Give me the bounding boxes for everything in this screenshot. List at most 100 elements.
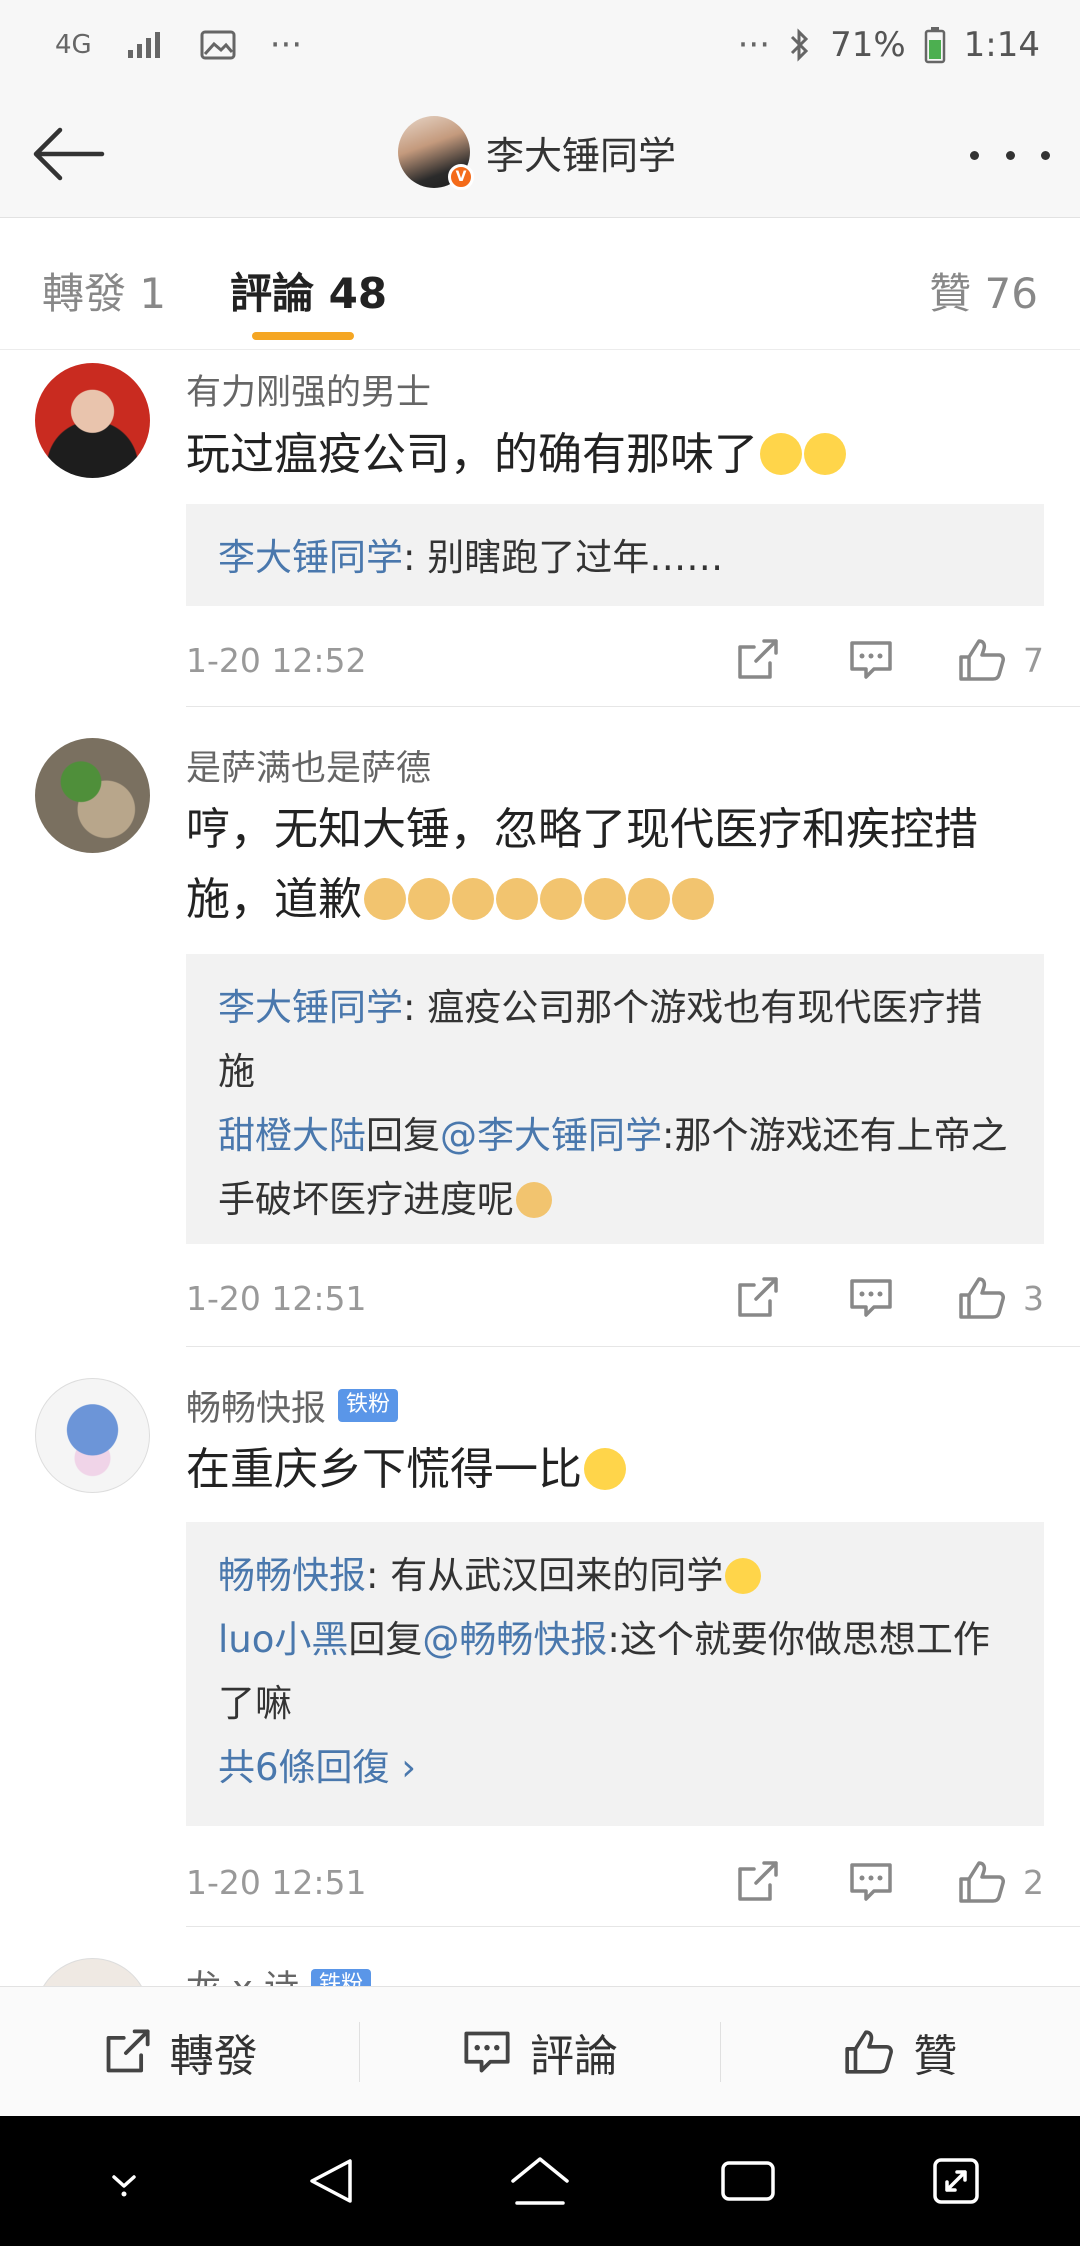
system-home-button[interactable]: [495, 2136, 585, 2226]
mention-link[interactable]: @李大锤同学: [440, 1114, 662, 1157]
author-header[interactable]: V 李大锤同学: [398, 116, 677, 190]
share-button[interactable]: [729, 632, 785, 688]
like-count: 2: [1023, 1862, 1044, 1902]
commenter-name[interactable]: 有力刚强的男士: [186, 364, 431, 415]
author-avatar[interactable]: V: [398, 116, 474, 190]
commenter-avatar[interactable]: [35, 1378, 150, 1493]
more-icon: [970, 150, 979, 160]
bottom-action-bar: 轉發 評論 贊: [0, 1986, 1080, 2116]
commenter-name-text[interactable]: 畅畅快报: [186, 1380, 326, 1431]
page-title: 李大锤同学: [486, 133, 677, 178]
battery-icon: [924, 26, 946, 64]
comment-item: 龙 ⅹ 诗 铁粉: [0, 1928, 1080, 1986]
reply-author-link[interactable]: 李大锤同学: [218, 986, 403, 1029]
system-back-button[interactable]: [287, 2136, 377, 2226]
commenter-avatar[interactable]: [35, 1958, 150, 1986]
commenter-avatar[interactable]: [35, 363, 150, 478]
doge-emoji-icon: [672, 878, 714, 920]
tab-reposts[interactable]: 轉發 1: [42, 260, 166, 321]
like-count: 3: [1023, 1278, 1044, 1318]
reply-preview[interactable]: 李大锤同学: 瘟疫公司那个游戏也有现代医疗措施 甜橙大陆回复@李大锤同学:那个游…: [186, 954, 1044, 1244]
commenter-name-text[interactable]: 是萨满也是萨德: [186, 740, 431, 791]
commenter-avatar[interactable]: [35, 738, 150, 853]
mention-link[interactable]: @畅畅快报: [422, 1618, 607, 1661]
comment-label: 評論: [529, 2030, 618, 2082]
share-icon: [738, 1861, 778, 1901]
reply-text: 别瞎跑了过年……: [427, 536, 724, 579]
commenter-name-text[interactable]: 有力刚强的男士: [186, 364, 431, 415]
reply-line: 李大锤同学: 瘟疫公司那个游戏也有现代医疗措施: [218, 976, 1012, 1104]
comment-meta: 1-20 12:51 3: [186, 1268, 1044, 1328]
thumbs-up-icon: [959, 1277, 1005, 1319]
status-bar: 4G ··· ··· 71% 1:14: [0, 0, 1080, 90]
comment-text: 哼，无知大锤，忽略了现代医疗和疾控措施，道歉: [186, 795, 1026, 935]
hide-nav-button[interactable]: [79, 2136, 169, 2226]
nested-reply-word: 回复: [348, 1618, 423, 1661]
doge-emoji-icon: [540, 878, 582, 920]
commenter-name-text[interactable]: 龙 ⅹ 诗: [186, 1960, 299, 1986]
share-icon: [106, 2028, 150, 2072]
repost-label: 轉發: [169, 2030, 258, 2082]
reply-line: 畅畅快报: 有从武汉回来的同学: [218, 1544, 1012, 1608]
more-notifications-icon: ···: [269, 25, 303, 65]
chevron-down-icon: [112, 2175, 136, 2197]
like-label: 贊: [913, 2030, 958, 2082]
tab-bar: 轉發 1 評論 48 贊 76: [0, 218, 1080, 350]
bluetooth-icon: [788, 27, 812, 63]
thumbs-up-icon: [845, 2029, 894, 2074]
system-screen-button[interactable]: [911, 2136, 1001, 2226]
reply-button[interactable]: [843, 632, 899, 688]
share-icon: [738, 639, 778, 679]
share-button[interactable]: [729, 1854, 785, 1910]
comment-icon: [850, 641, 892, 679]
comment-text: 玩过瘟疫公司，的确有那味了: [186, 420, 1026, 490]
doge-emoji-icon: [516, 1182, 552, 1218]
battery-percent: 71%: [830, 25, 906, 65]
back-button[interactable]: [28, 118, 108, 190]
reply-preview[interactable]: 畅畅快报: 有从武汉回来的同学 luo小黑回复@畅畅快报:这个就要你做思想工作了…: [186, 1522, 1044, 1826]
comment-divider: [186, 1346, 1080, 1347]
reply-button[interactable]: [843, 1270, 899, 1326]
comment-icon: [850, 1863, 892, 1901]
comment-item: 畅畅快报 铁粉 在重庆乡下慌得一比 畅畅快报: 有从武汉回来的同学 luo小黑回…: [0, 1348, 1080, 1928]
comment-icon: [850, 1279, 892, 1317]
fan-badge: 铁粉: [310, 1969, 371, 1986]
view-more-replies-link[interactable]: 共6條回復 ›: [218, 1736, 1012, 1800]
doge-emoji-icon: [408, 878, 450, 920]
doge-emoji-icon: [364, 878, 406, 920]
reply-separator: :: [403, 986, 428, 1029]
like-button[interactable]: 2: [957, 1859, 1044, 1905]
arrow-left-icon: [33, 127, 105, 181]
tab-comments[interactable]: 評論 48: [230, 260, 387, 321]
comment-button[interactable]: 評論: [360, 1987, 719, 2116]
nested-reply-author-link[interactable]: luo小黑: [218, 1618, 348, 1661]
thumbs-up-icon: [959, 639, 1005, 681]
more-options-button[interactable]: [970, 130, 1050, 180]
tab-likes[interactable]: 贊 76: [929, 260, 1038, 321]
nested-reply-word: 回复: [366, 1114, 440, 1157]
doge-emoji-icon: [452, 878, 494, 920]
reply-separator: :: [403, 536, 428, 579]
like-post-button[interactable]: 贊: [721, 1987, 1080, 2116]
share-icon: [738, 1277, 778, 1317]
nested-reply-author-link[interactable]: 甜橙大陆: [218, 1114, 366, 1157]
reply-author-link[interactable]: 畅畅快报: [218, 1554, 366, 1597]
comment-body: 在重庆乡下慌得一比: [186, 1444, 582, 1495]
comment-text: 在重庆乡下慌得一比: [186, 1435, 1026, 1505]
share-button[interactable]: [729, 1270, 785, 1326]
reply-button[interactable]: [843, 1854, 899, 1910]
like-button[interactable]: 7: [957, 637, 1044, 683]
more-status-icon: ···: [737, 25, 771, 65]
like-button[interactable]: 3: [957, 1275, 1044, 1321]
comment-body: 玩过瘟疫公司，的确有那味了: [186, 429, 758, 480]
commenter-name[interactable]: 龙 ⅹ 诗 铁粉: [186, 1960, 371, 1986]
comment-icon: [464, 2031, 510, 2072]
reply-preview[interactable]: 李大锤同学: 别瞎跑了过年……: [186, 504, 1044, 606]
commenter-name[interactable]: 畅畅快报 铁粉: [186, 1380, 399, 1431]
system-recents-button[interactable]: [703, 2136, 793, 2226]
comment-item: 有力刚强的男士 玩过瘟疫公司，的确有那味了 李大锤同学: 别瞎跑了过年…… 1-…: [0, 350, 1080, 708]
repost-button[interactable]: 轉發: [0, 1987, 359, 2116]
doge-emoji-icon: [628, 878, 670, 920]
commenter-name[interactable]: 是萨满也是萨德: [186, 740, 431, 791]
reply-author-link[interactable]: 李大锤同学: [218, 536, 403, 579]
